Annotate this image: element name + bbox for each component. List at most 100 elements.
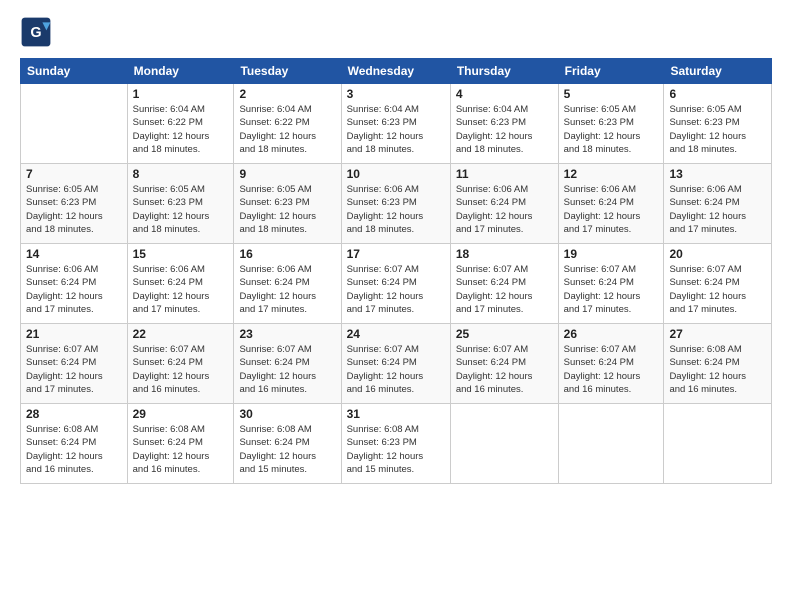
- day-cell: 15 Sunrise: 6:06 AM Sunset: 6:24 PM Dayli…: [127, 244, 234, 324]
- header-cell-wednesday: Wednesday: [341, 59, 450, 84]
- day-cell: 25 Sunrise: 6:07 AM Sunset: 6:24 PM Dayli…: [450, 324, 558, 404]
- day-cell: 16 Sunrise: 6:06 AM Sunset: 6:24 PM Dayli…: [234, 244, 341, 324]
- week-row-4: 21 Sunrise: 6:07 AM Sunset: 6:24 PM Dayli…: [21, 324, 772, 404]
- day-cell: 11 Sunrise: 6:06 AM Sunset: 6:24 PM Dayli…: [450, 164, 558, 244]
- calendar-table: SundayMondayTuesdayWednesdayThursdayFrid…: [20, 58, 772, 484]
- day-number: 6: [669, 87, 766, 101]
- day-number: 22: [133, 327, 229, 341]
- day-number: 7: [26, 167, 122, 181]
- day-info: Sunrise: 6:06 AM Sunset: 6:24 PM Dayligh…: [26, 263, 122, 316]
- day-cell: 31Sunrise: 6:08 AM Sunset: 6:23 PM Dayli…: [341, 404, 450, 484]
- day-number: 17: [347, 247, 445, 261]
- day-number: 23: [239, 327, 335, 341]
- day-info: Sunrise: 6:05 AM Sunset: 6:23 PM Dayligh…: [239, 183, 335, 236]
- day-number: 25: [456, 327, 553, 341]
- day-info: Sunrise: 6:06 AM Sunset: 6:24 PM Dayligh…: [669, 183, 766, 236]
- day-number: 4: [456, 87, 553, 101]
- day-cell: 23 Sunrise: 6:07 AM Sunset: 6:24 PM Dayli…: [234, 324, 341, 404]
- day-cell: 13Sunrise: 6:06 AM Sunset: 6:24 PM Dayli…: [664, 164, 772, 244]
- day-number: 21: [26, 327, 122, 341]
- day-info: Sunrise: 6:05 AM Sunset: 6:23 PM Dayligh…: [669, 103, 766, 156]
- day-cell: [450, 404, 558, 484]
- day-number: 14: [26, 247, 122, 261]
- day-number: 15: [133, 247, 229, 261]
- day-cell: [558, 404, 664, 484]
- day-info: Sunrise: 6:07 AM Sunset: 6:24 PM Dayligh…: [564, 343, 659, 396]
- week-row-3: 14 Sunrise: 6:06 AM Sunset: 6:24 PM Dayli…: [21, 244, 772, 324]
- header-row: SundayMondayTuesdayWednesdayThursdayFrid…: [21, 59, 772, 84]
- day-number: 26: [564, 327, 659, 341]
- day-info: Sunrise: 6:06 AM Sunset: 6:24 PM Dayligh…: [133, 263, 229, 316]
- day-cell: 21 Sunrise: 6:07 AM Sunset: 6:24 PM Dayli…: [21, 324, 128, 404]
- page: G SundayMondayTuesdayWednesdayThursdayFr…: [0, 0, 792, 612]
- header-cell-sunday: Sunday: [21, 59, 128, 84]
- day-cell: 12 Sunrise: 6:06 AM Sunset: 6:24 PM Dayli…: [558, 164, 664, 244]
- day-cell: 20 Sunrise: 6:07 AM Sunset: 6:24 PM Dayli…: [664, 244, 772, 324]
- day-number: 11: [456, 167, 553, 181]
- week-row-1: 1 Sunrise: 6:04 AM Sunset: 6:22 PM Daylig…: [21, 84, 772, 164]
- day-info: Sunrise: 6:06 AM Sunset: 6:24 PM Dayligh…: [564, 183, 659, 236]
- day-number: 1: [133, 87, 229, 101]
- day-number: 27: [669, 327, 766, 341]
- day-number: 2: [239, 87, 335, 101]
- day-cell: 29 Sunrise: 6:08 AM Sunset: 6:24 PM Dayli…: [127, 404, 234, 484]
- day-info: Sunrise: 6:06 AM Sunset: 6:24 PM Dayligh…: [239, 263, 335, 316]
- header-cell-friday: Friday: [558, 59, 664, 84]
- day-number: 20: [669, 247, 766, 261]
- day-cell: 4 Sunrise: 6:04 AM Sunset: 6:23 PM Daylig…: [450, 84, 558, 164]
- week-row-2: 7 Sunrise: 6:05 AM Sunset: 6:23 PM Daylig…: [21, 164, 772, 244]
- logo: G: [20, 16, 56, 48]
- day-cell: 22 Sunrise: 6:07 AM Sunset: 6:24 PM Dayli…: [127, 324, 234, 404]
- header-cell-thursday: Thursday: [450, 59, 558, 84]
- day-cell: 27 Sunrise: 6:08 AM Sunset: 6:24 PM Dayli…: [664, 324, 772, 404]
- day-info: Sunrise: 6:07 AM Sunset: 6:24 PM Dayligh…: [669, 263, 766, 316]
- day-info: Sunrise: 6:08 AM Sunset: 6:24 PM Dayligh…: [239, 423, 335, 476]
- day-info: Sunrise: 6:06 AM Sunset: 6:23 PM Dayligh…: [347, 183, 445, 236]
- day-info: Sunrise: 6:04 AM Sunset: 6:22 PM Dayligh…: [133, 103, 229, 156]
- day-info: Sunrise: 6:06 AM Sunset: 6:24 PM Dayligh…: [456, 183, 553, 236]
- day-info: Sunrise: 6:07 AM Sunset: 6:24 PM Dayligh…: [456, 263, 553, 316]
- day-info: Sunrise: 6:08 AM Sunset: 6:24 PM Dayligh…: [669, 343, 766, 396]
- day-info: Sunrise: 6:07 AM Sunset: 6:24 PM Dayligh…: [26, 343, 122, 396]
- day-number: 8: [133, 167, 229, 181]
- day-cell: 8 Sunrise: 6:05 AM Sunset: 6:23 PM Daylig…: [127, 164, 234, 244]
- day-cell: 7 Sunrise: 6:05 AM Sunset: 6:23 PM Daylig…: [21, 164, 128, 244]
- day-cell: [664, 404, 772, 484]
- day-info: Sunrise: 6:07 AM Sunset: 6:24 PM Dayligh…: [133, 343, 229, 396]
- day-info: Sunrise: 6:04 AM Sunset: 6:22 PM Dayligh…: [239, 103, 335, 156]
- day-number: 10: [347, 167, 445, 181]
- day-cell: 24Sunrise: 6:07 AM Sunset: 6:24 PM Dayli…: [341, 324, 450, 404]
- day-cell: 9 Sunrise: 6:05 AM Sunset: 6:23 PM Daylig…: [234, 164, 341, 244]
- day-info: Sunrise: 6:07 AM Sunset: 6:24 PM Dayligh…: [456, 343, 553, 396]
- day-info: Sunrise: 6:08 AM Sunset: 6:24 PM Dayligh…: [133, 423, 229, 476]
- logo-icon: G: [20, 16, 52, 48]
- day-number: 3: [347, 87, 445, 101]
- day-info: Sunrise: 6:05 AM Sunset: 6:23 PM Dayligh…: [26, 183, 122, 236]
- day-info: Sunrise: 6:05 AM Sunset: 6:23 PM Dayligh…: [133, 183, 229, 236]
- day-cell: 1 Sunrise: 6:04 AM Sunset: 6:22 PM Daylig…: [127, 84, 234, 164]
- svg-text:G: G: [30, 25, 41, 41]
- day-info: Sunrise: 6:08 AM Sunset: 6:24 PM Dayligh…: [26, 423, 122, 476]
- day-info: Sunrise: 6:04 AM Sunset: 6:23 PM Dayligh…: [456, 103, 553, 156]
- day-cell: 5Sunrise: 6:05 AM Sunset: 6:23 PM Daylig…: [558, 84, 664, 164]
- day-cell: 26 Sunrise: 6:07 AM Sunset: 6:24 PM Dayli…: [558, 324, 664, 404]
- day-info: Sunrise: 6:08 AM Sunset: 6:23 PM Dayligh…: [347, 423, 445, 476]
- day-info: Sunrise: 6:05 AM Sunset: 6:23 PM Dayligh…: [564, 103, 659, 156]
- day-cell: 17 Sunrise: 6:07 AM Sunset: 6:24 PM Dayli…: [341, 244, 450, 324]
- day-info: Sunrise: 6:07 AM Sunset: 6:24 PM Dayligh…: [564, 263, 659, 316]
- header-cell-tuesday: Tuesday: [234, 59, 341, 84]
- day-number: 16: [239, 247, 335, 261]
- day-number: 24: [347, 327, 445, 341]
- day-cell: 28Sunrise: 6:08 AM Sunset: 6:24 PM Dayli…: [21, 404, 128, 484]
- day-cell: 30 Sunrise: 6:08 AM Sunset: 6:24 PM Dayli…: [234, 404, 341, 484]
- day-number: 12: [564, 167, 659, 181]
- day-cell: 2 Sunrise: 6:04 AM Sunset: 6:22 PM Daylig…: [234, 84, 341, 164]
- day-number: 30: [239, 407, 335, 421]
- day-info: Sunrise: 6:07 AM Sunset: 6:24 PM Dayligh…: [347, 263, 445, 316]
- day-number: 29: [133, 407, 229, 421]
- header-cell-monday: Monday: [127, 59, 234, 84]
- header-cell-saturday: Saturday: [664, 59, 772, 84]
- day-number: 18: [456, 247, 553, 261]
- day-info: Sunrise: 6:07 AM Sunset: 6:24 PM Dayligh…: [239, 343, 335, 396]
- day-number: 9: [239, 167, 335, 181]
